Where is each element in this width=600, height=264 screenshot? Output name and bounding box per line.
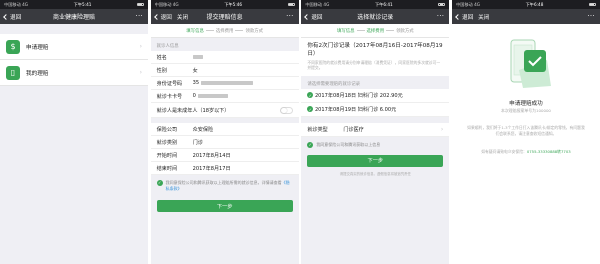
progress-steps: 填写信息 选择费用 领款方式: [150, 24, 299, 38]
report-number: 本次理赔报案单号为100000: [501, 108, 551, 113]
menu-list: $ 申请理赔 › ▯ 我的理赔 ›: [0, 34, 148, 86]
checkbox-checked-icon[interactable]: ✓: [307, 141, 314, 148]
more-icon[interactable]: ···: [437, 12, 445, 20]
back-button[interactable]: 退回: [304, 13, 323, 21]
chevron-left-icon: [3, 13, 9, 20]
back-button[interactable]: 退回: [153, 13, 172, 21]
page-title: 提交理赔信息: [206, 14, 243, 21]
chevron-right-icon: ›: [139, 43, 142, 50]
success-note: 如果顺利，我们将于1-3个工作日打入该腾讯卡/绑定的零钱，有问题我们会联系您，请…: [467, 125, 585, 136]
step-select-fee: 选择费用: [366, 28, 385, 34]
back-button[interactable]: 退回: [455, 13, 473, 21]
nav-bar: 退回 关闭 ···: [451, 9, 600, 24]
status-time: 下午5:41: [73, 1, 92, 7]
chevron-left-icon: [153, 13, 160, 20]
start-date-field[interactable]: 开始时间 2017年8月14日: [150, 149, 299, 162]
masked-value: [192, 55, 203, 59]
visit-type-form: 就诊类型 门诊医疗 ›: [301, 122, 450, 137]
checkbox-checked-icon[interactable]: ✓: [307, 92, 314, 99]
chevron-left-icon: [455, 13, 461, 20]
status-bar: 中国移动 4G 下午6:48: [451, 0, 600, 9]
step-payout-method: 领款方式: [245, 28, 264, 34]
chevron-left-icon: [304, 13, 311, 20]
page-title: 选择就诊记录: [357, 14, 394, 21]
status-time: 下午6:41: [374, 1, 393, 7]
menu-item-apply-claim[interactable]: $ 申请理赔 ›: [0, 34, 148, 60]
back-button[interactable]: 退回: [3, 13, 21, 21]
progress-steps: 填写信息 选择费用 领款方式: [301, 24, 450, 38]
contact-phone-link[interactable]: 0755-33330888转7703: [527, 149, 571, 154]
minor-toggle[interactable]: [279, 106, 293, 114]
screen-claim-home: 中国移动 4G 下午5:41 退回 商业健康险理赔 ··· $ 申请理赔 › ▯…: [0, 0, 148, 264]
page-title: 商业健康险理赔: [52, 14, 95, 21]
consent-row: ✓ 我同意保险公司和腾讯获取以上信息: [307, 141, 381, 148]
checkbox-checked-icon[interactable]: ✓: [307, 106, 314, 113]
next-button[interactable]: 下一步: [307, 154, 444, 167]
claim-form: 保险公司 众安保险 就诊类别 门诊 开始时间 2017年8月14日 结束时间 2017年…: [150, 123, 299, 175]
more-icon[interactable]: ···: [135, 12, 143, 20]
chevron-right-icon: ›: [139, 69, 142, 76]
menu-item-my-claims[interactable]: ▯ 我的理赔 ›: [0, 60, 148, 86]
step-fill-info: 填写信息: [336, 28, 355, 34]
masked-value: [201, 81, 254, 85]
record-item[interactable]: ✓ 2017年08月19日 妇科门诊 6.00元: [301, 103, 450, 117]
screen-submit-claim-info: 中国移动 4G 下午5:46 退回 关闭 提交理赔信息 ··· 填写信息 选择费…: [150, 0, 299, 264]
nav-bar: 退回 选择就诊记录 ···: [301, 9, 450, 24]
close-button[interactable]: 关闭: [177, 13, 188, 21]
battery-icon: [588, 2, 596, 7]
dollar-icon: $: [6, 39, 20, 54]
carrier: 中国移动: [4, 1, 21, 7]
screen-select-records: 中国移动 4G 下午6:41 退回 选择就诊记录 ··· 填写信息 选择费用 领…: [301, 0, 450, 264]
records-list: ✓ 2017年08月18日 妇科门诊 202.90元 ✓ 2017年08月19日…: [301, 88, 450, 117]
notice-title: 你有2次门诊记录（2017年08月16日-2017年08月19日）: [307, 43, 443, 57]
masked-value: [197, 94, 228, 98]
id-number-field[interactable]: 身份证号码 35: [150, 77, 299, 90]
insurer-field[interactable]: 保险公司 众安保险: [150, 123, 299, 136]
visit-type-field[interactable]: 就诊类别 门诊: [150, 136, 299, 149]
nav-bar: 退回 关闭 提交理赔信息 ···: [150, 9, 299, 24]
status-time: 下午5:46: [224, 1, 243, 7]
nav-bar: 退回 商业健康险理赔 ···: [0, 9, 148, 24]
visit-type-field[interactable]: 就诊类型 门诊医疗 ›: [301, 123, 450, 137]
patient-form: 姓名 性别女 身份证号码 35 就诊卡卡号 0 就诊人是未成年人（18岁以下）: [150, 51, 299, 118]
card-number-field[interactable]: 就诊卡卡号 0: [150, 90, 299, 103]
gender-field[interactable]: 性别女: [150, 64, 299, 77]
step-fill-info: 填写信息: [186, 28, 204, 34]
status-bar: 中国移动 4G 下午5:41: [0, 0, 148, 9]
section-label: 就诊人信息: [156, 44, 179, 49]
step-select-fee: 选择费用: [215, 28, 234, 34]
footnote: 请提交真实的就诊信息，虚假信息将被追究责任: [339, 171, 411, 176]
close-button[interactable]: 关闭: [478, 13, 489, 21]
status-bar: 中国移动 4G 下午5:46: [150, 0, 299, 9]
battery-icon: [438, 2, 446, 7]
records-notice: 你有2次门诊记录（2017年08月16日-2017年08月19日） 不同家医院的…: [301, 38, 450, 76]
contact-row: 如有疑问请致电众安保险：0755-33330888转7703: [481, 149, 571, 154]
battery-icon: [137, 2, 144, 7]
minor-toggle-row: 就诊人是未成年人（18岁以下）: [150, 103, 299, 118]
record-item[interactable]: ✓ 2017年08月18日 妇科门诊 202.90元: [301, 89, 450, 103]
notice-desc: 不同家医院的就诊费用请分别申请理赔（消费凭证），同家医院的多次就诊可一并提交。: [307, 60, 441, 71]
status-bar: 中国移动 4G 下午6:41: [301, 0, 450, 9]
end-date-field[interactable]: 结束时间 2017年8月17日: [150, 162, 299, 175]
success-title: 申请理赔成功: [509, 101, 543, 107]
section-label: 请选择需要理赔的就诊记录: [307, 81, 361, 87]
battery-icon: [287, 2, 295, 7]
success-phone-icon: [510, 39, 551, 88]
consent-row: ✓ 我同意保险公司和腾讯获取以上理赔所需的就诊信息，详情请查看《隐私条款》: [156, 180, 290, 191]
name-field[interactable]: 姓名: [150, 51, 299, 64]
more-icon[interactable]: ···: [286, 12, 294, 20]
more-icon[interactable]: ···: [587, 12, 595, 20]
step-payout-method: 领款方式: [396, 28, 414, 34]
status-time: 下午6:48: [525, 1, 544, 7]
checkbox-checked-icon[interactable]: ✓: [156, 180, 163, 186]
next-button[interactable]: 下一步: [156, 200, 293, 213]
screen-claim-success: 中国移动 4G 下午6:48 退回 关闭 ··· 申请理赔成功 本次理赔报案单号…: [451, 0, 600, 264]
document-icon: ▯: [6, 65, 20, 80]
chevron-right-icon: ›: [440, 125, 444, 133]
